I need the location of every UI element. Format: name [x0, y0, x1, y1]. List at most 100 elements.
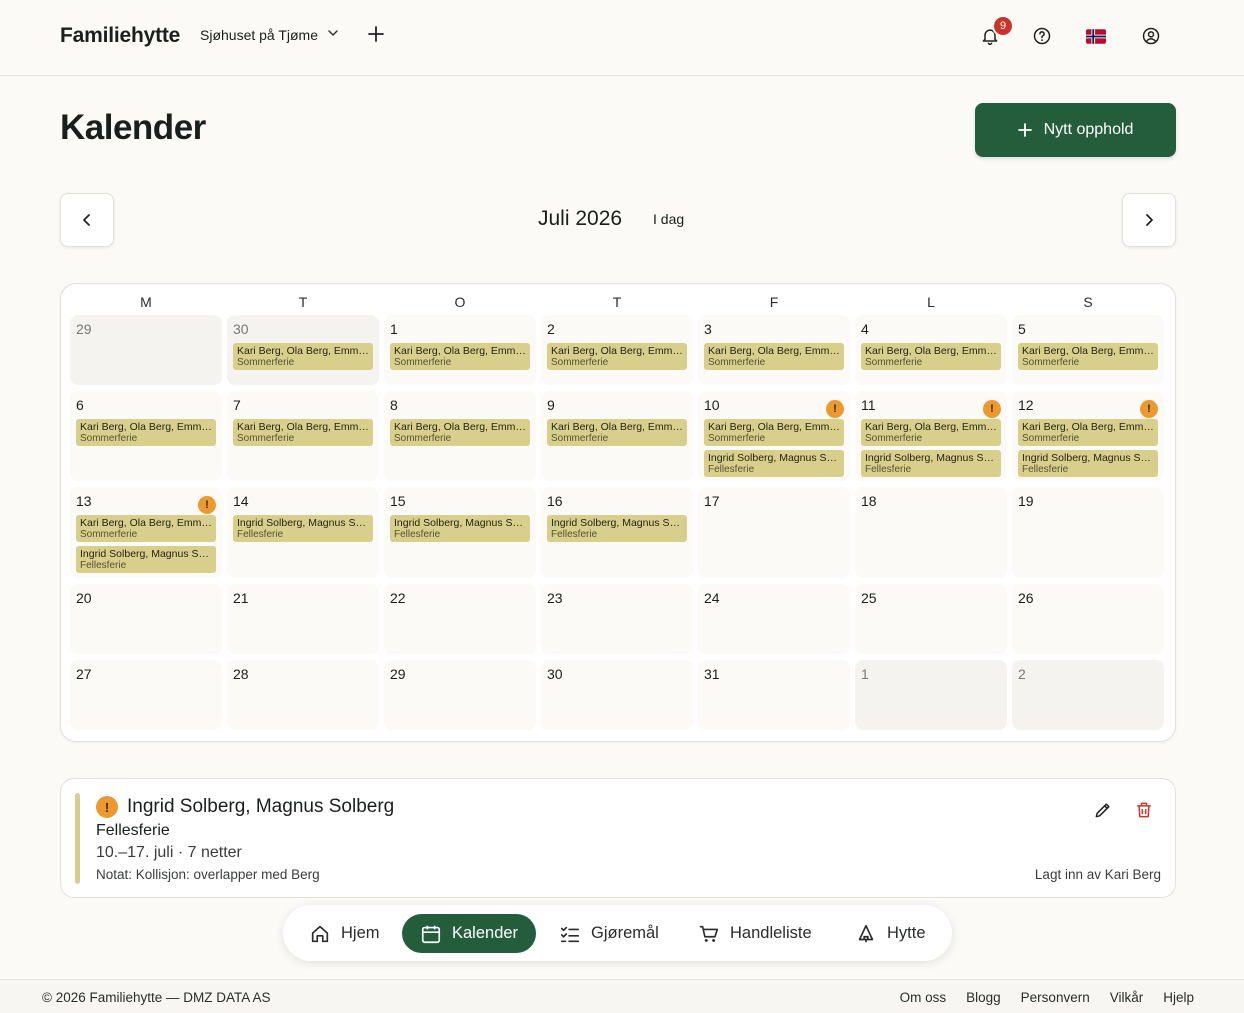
- calendar-day[interactable]: 6 Kari Berg, Ola Berg, Emm… Sommerferie: [70, 391, 222, 481]
- calendar-day[interactable]: 8 Kari Berg, Ola Berg, Emm… Sommerferie: [384, 391, 536, 481]
- booking-guests: Kari Berg, Ola Berg, Emm…: [1022, 421, 1154, 433]
- footer-link-about[interactable]: Om oss: [900, 990, 947, 1005]
- booking-chip[interactable]: Kari Berg, Ola Berg, Emm… Sommerferie: [233, 343, 373, 370]
- calendar-day[interactable]: 2 Kari Berg, Ola Berg, Emm… Sommerferie: [541, 315, 693, 385]
- day-number: 9: [547, 397, 555, 413]
- booking-label: Sommerferie: [237, 433, 295, 444]
- booking-chip[interactable]: Kari Berg, Ola Berg, Emm… Sommerferie: [704, 343, 844, 370]
- booking-chip[interactable]: Kari Berg, Ola Berg, Emm… Sommerferie: [861, 343, 1001, 370]
- edit-stay-button[interactable]: [1093, 800, 1115, 822]
- help-button[interactable]: [1031, 25, 1053, 47]
- booking-chip[interactable]: Kari Berg, Ola Berg, Emm… Sommerferie: [547, 343, 687, 370]
- calendar-day[interactable]: 23: [541, 584, 693, 654]
- calendar-day[interactable]: 10! Kari Berg, Ola Berg, Emm… Sommerferie I…: [698, 391, 850, 481]
- booking-chip[interactable]: Ingrid Solberg, Magnus S… Fellesferie: [233, 515, 373, 542]
- booking-chip[interactable]: Ingrid Solberg, Magnus S… Fellesferie: [390, 515, 530, 542]
- booking-chip[interactable]: Kari Berg, Ola Berg, Emm… Sommerferie: [547, 419, 687, 446]
- brand-logo[interactable]: Familiehytte: [60, 24, 180, 48]
- footer-link-terms[interactable]: Vilkår: [1110, 990, 1144, 1005]
- booking-guests: Kari Berg, Ola Berg, Emm…: [394, 345, 526, 357]
- day-number: 17: [704, 493, 720, 509]
- calendar-day[interactable]: 26: [1012, 584, 1164, 654]
- calendar-day[interactable]: 9 Kari Berg, Ola Berg, Emm… Sommerferie: [541, 391, 693, 481]
- booking-chip[interactable]: Kari Berg, Ola Berg, Emm… Sommerferie: [704, 419, 844, 446]
- weekday-header: S: [1083, 294, 1093, 310]
- footer-links: Om oss Blogg Personvern Vilkår Hjelp: [900, 990, 1194, 1005]
- booking-chip[interactable]: Kari Berg, Ola Berg, Emm… Sommerferie: [233, 419, 373, 446]
- today-button[interactable]: I dag: [653, 211, 684, 227]
- calendar-day[interactable]: 1 Kari Berg, Ola Berg, Emm… Sommerferie: [384, 315, 536, 385]
- calendar-day[interactable]: 7 Kari Berg, Ola Berg, Emm… Sommerferie: [227, 391, 379, 481]
- nav-item-tasks[interactable]: Gjøremål: [541, 914, 677, 953]
- calendar-day[interactable]: 15 Ingrid Solberg, Magnus S… Fellesferie: [384, 487, 536, 578]
- calendar-day[interactable]: 2: [1012, 660, 1164, 730]
- conflict-warning-icon: !: [983, 400, 1001, 418]
- calendar-day[interactable]: 28: [227, 660, 379, 730]
- nav-item-calendar[interactable]: Kalender: [402, 914, 537, 953]
- calendar-day[interactable]: 1: [855, 660, 1007, 730]
- booking-label: Fellesferie: [551, 529, 598, 540]
- calendar-day[interactable]: 4 Kari Berg, Ola Berg, Emm… Sommerferie: [855, 315, 1007, 385]
- add-cabin-button[interactable]: [368, 24, 384, 46]
- calendar-day[interactable]: 27: [70, 660, 222, 730]
- calendar-day[interactable]: 29: [70, 315, 222, 385]
- booking-chip[interactable]: Kari Berg, Ola Berg, Emm… Sommerferie: [76, 515, 216, 542]
- calendar-day[interactable]: 24: [698, 584, 850, 654]
- calendar-day[interactable]: 12! Kari Berg, Ola Berg, Emm… Sommerferie I…: [1012, 391, 1164, 481]
- nav-item-cabin[interactable]: Hytte: [837, 914, 944, 953]
- calendar-day[interactable]: 16 Ingrid Solberg, Magnus S… Fellesferie: [541, 487, 693, 578]
- calendar-day[interactable]: 17: [698, 487, 850, 578]
- checklist-icon: [560, 926, 580, 942]
- trash-icon: [1137, 802, 1151, 818]
- nav-item-shopping-list[interactable]: Handleliste: [680, 914, 830, 953]
- day-number: 21: [233, 590, 249, 606]
- account-button[interactable]: [1140, 25, 1162, 47]
- page-title: Kalender: [60, 108, 206, 147]
- chevron-left-icon: [83, 214, 90, 226]
- booking-label: Sommerferie: [708, 433, 766, 444]
- calendar-day[interactable]: 3 Kari Berg, Ola Berg, Emm… Sommerferie: [698, 315, 850, 385]
- footer-link-privacy[interactable]: Personvern: [1021, 990, 1090, 1005]
- day-number: 26: [1018, 590, 1034, 606]
- new-stay-button[interactable]: Nytt opphold: [975, 103, 1176, 157]
- booking-label: Sommerferie: [394, 433, 452, 444]
- nav-item-home[interactable]: Hjem: [291, 914, 398, 953]
- booking-chip[interactable]: Ingrid Solberg, Magnus S… Fellesferie: [704, 450, 844, 477]
- booking-chip[interactable]: Kari Berg, Ola Berg, Emm… Sommerferie: [861, 419, 1001, 446]
- calendar-day[interactable]: 30: [541, 660, 693, 730]
- next-month-button[interactable]: [1122, 193, 1176, 247]
- booking-chip[interactable]: Ingrid Solberg, Magnus S… Fellesferie: [861, 450, 1001, 477]
- calendar-day[interactable]: 11! Kari Berg, Ola Berg, Emm… Sommerferie I…: [855, 391, 1007, 481]
- booking-chip[interactable]: Ingrid Solberg, Magnus S… Fellesferie: [547, 515, 687, 542]
- booking-label: Sommerferie: [708, 357, 766, 368]
- day-number: 20: [76, 590, 92, 606]
- booking-chip[interactable]: Ingrid Solberg, Magnus S… Fellesferie: [1018, 450, 1158, 477]
- calendar-day[interactable]: 5 Kari Berg, Ola Berg, Emm… Sommerferie: [1012, 315, 1164, 385]
- language-button[interactable]: [1085, 25, 1107, 47]
- calendar-day[interactable]: 29: [384, 660, 536, 730]
- footer-link-help[interactable]: Hjelp: [1163, 990, 1194, 1005]
- calendar-day[interactable]: 30 Kari Berg, Ola Berg, Emm… Sommerferie: [227, 315, 379, 385]
- calendar-day[interactable]: 14 Ingrid Solberg, Magnus S… Fellesferie: [227, 487, 379, 578]
- booking-chip[interactable]: Kari Berg, Ola Berg, Emm… Sommerferie: [1018, 419, 1158, 446]
- calendar-day[interactable]: 31: [698, 660, 850, 730]
- notification-count-badge: 9: [992, 15, 1014, 37]
- booking-chip[interactable]: Kari Berg, Ola Berg, Emm… Sommerferie: [390, 343, 530, 370]
- day-number: 11: [861, 397, 876, 413]
- footer-link-blog[interactable]: Blogg: [966, 990, 1001, 1005]
- calendar-day[interactable]: 22: [384, 584, 536, 654]
- calendar-day[interactable]: 18: [855, 487, 1007, 578]
- booking-chip[interactable]: Ingrid Solberg, Magnus S… Fellesferie: [76, 546, 216, 573]
- calendar-day[interactable]: 20: [70, 584, 222, 654]
- calendar-day[interactable]: 13! Kari Berg, Ola Berg, Emm… Sommerferie I…: [70, 487, 222, 578]
- previous-month-button[interactable]: [60, 193, 114, 247]
- booking-chip[interactable]: Kari Berg, Ola Berg, Emm… Sommerferie: [390, 419, 530, 446]
- booking-chip[interactable]: Kari Berg, Ola Berg, Emm… Sommerferie: [1018, 343, 1158, 370]
- cabin-selector[interactable]: Sjøhuset på Tjøme: [200, 26, 340, 43]
- calendar-day[interactable]: 25: [855, 584, 1007, 654]
- calendar-day[interactable]: 19: [1012, 487, 1164, 578]
- calendar-day[interactable]: 21: [227, 584, 379, 654]
- booking-label: Sommerferie: [1022, 433, 1080, 444]
- delete-stay-button[interactable]: [1134, 800, 1156, 822]
- booking-chip[interactable]: Kari Berg, Ola Berg, Emm… Sommerferie: [76, 419, 216, 446]
